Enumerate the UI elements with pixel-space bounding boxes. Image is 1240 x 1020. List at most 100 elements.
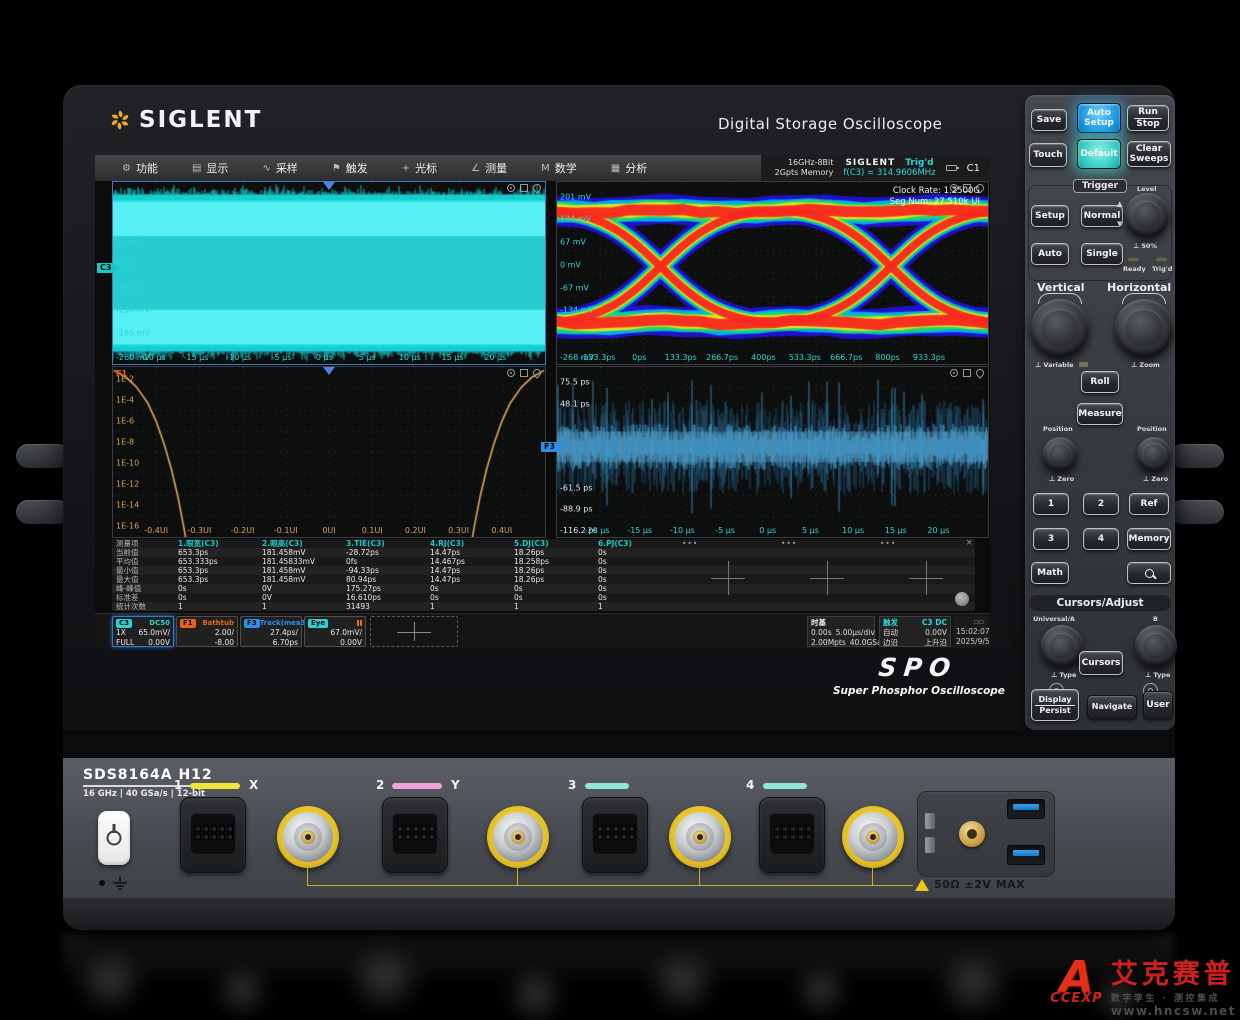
- f3-axis-tag[interactable]: F3: [541, 442, 558, 452]
- x-axis-tick: 5 µs: [359, 353, 376, 362]
- trace-descriptor-f3[interactable]: F3Track(mea3)27.4ps/6.70ps: [240, 616, 302, 647]
- close-icon[interactable]: ×: [965, 539, 973, 548]
- table-cell: 0s: [594, 575, 678, 584]
- expand-icon[interactable]: [520, 369, 528, 377]
- adjust-b-knob[interactable]: [1135, 625, 1177, 667]
- panel-channel-waveform[interactable]: -260 mV 65 mV0 mV-65 mV-130 mV-195 mV-20…: [112, 181, 546, 365]
- run-stop-button[interactable]: RunStop: [1127, 105, 1169, 131]
- table-col-header[interactable]: 1.眼宽(C3): [174, 539, 258, 548]
- vertical-scale-knob[interactable]: [1031, 299, 1089, 357]
- channel-c3-axis-tag[interactable]: C3: [97, 263, 114, 273]
- channel-2-button[interactable]: 2: [1083, 493, 1119, 515]
- trigger-box[interactable]: 触发 C3 DC 自动0.00V 边沿上升沿: [879, 616, 951, 647]
- trace-mode-tag: Track(mea3): [260, 619, 309, 627]
- trigger-position-icon[interactable]: [323, 182, 335, 190]
- table-col-header[interactable]: 3.TIE(C3): [342, 539, 426, 548]
- menu-item-display[interactable]: ▤显示: [175, 155, 245, 181]
- trigger-level-knob[interactable]: [1125, 193, 1169, 237]
- channel-4-button[interactable]: 4: [1083, 528, 1119, 550]
- y-axis-tick: 1E-6: [116, 417, 134, 426]
- menu-item-acquire[interactable]: ∿采样: [245, 155, 314, 181]
- panel-eye-diagram[interactable]: Clock Rate: 1.2500G Seg Num: 27.510k UI …: [556, 181, 989, 365]
- camera-icon[interactable]: [507, 184, 515, 192]
- channel-3-button[interactable]: 3: [1033, 528, 1069, 550]
- measure-button[interactable]: Measure: [1077, 403, 1123, 425]
- touch-button[interactable]: Touch: [1029, 143, 1067, 167]
- save-button[interactable]: Save: [1031, 109, 1067, 131]
- user-button[interactable]: User: [1143, 691, 1173, 719]
- horizontal-scale-knob[interactable]: [1115, 299, 1173, 357]
- default-button[interactable]: Default: [1077, 139, 1121, 169]
- pin-icon[interactable]: [531, 182, 542, 193]
- trigger-setup-button[interactable]: Setup: [1031, 205, 1069, 227]
- table-cell: 18.26ps: [510, 575, 594, 584]
- cursors-button[interactable]: Cursors: [1079, 651, 1123, 675]
- search-button[interactable]: [1127, 562, 1171, 584]
- add-measurement-icon[interactable]: [810, 561, 844, 595]
- right-handle: [1170, 444, 1224, 468]
- menu-item-trigger[interactable]: ⚑触发: [315, 155, 385, 181]
- table-scroll-handle[interactable]: [955, 592, 969, 606]
- roll-button[interactable]: Roll: [1081, 371, 1119, 393]
- pin-icon[interactable]: [974, 367, 985, 378]
- clock-box: ▫▫ 15:02:07 2025/9/5: [953, 616, 987, 647]
- menu-item-cursor[interactable]: +光标: [385, 155, 454, 181]
- trigger-auto-button[interactable]: Auto: [1031, 243, 1069, 265]
- tie-track-canvas[interactable]: [557, 367, 988, 537]
- display-persist-button[interactable]: DisplayPersist: [1031, 689, 1079, 721]
- active-channel-label[interactable]: C1: [967, 163, 980, 174]
- channel-waveform-canvas[interactable]: [113, 182, 545, 364]
- x-axis-tick: -5 µs: [272, 353, 292, 362]
- power-button[interactable]: [98, 811, 130, 865]
- panel-bathtub-curve[interactable]: F1 1E-21E-41E-61E-81E-101E-121E-141E-16-…: [112, 366, 546, 538]
- b-type-label: Type: [1145, 671, 1170, 679]
- panel-tools: [507, 184, 541, 192]
- navigate-button[interactable]: Navigate: [1087, 695, 1137, 719]
- trace-descriptor-c3[interactable]: C3DC501X65.0mV/FULL0.00V: [112, 616, 174, 647]
- add-measurement-icon[interactable]: [711, 561, 745, 595]
- trigger-single-button[interactable]: Single: [1081, 243, 1123, 265]
- trigger-section-title: Trigger: [1073, 179, 1127, 193]
- math-button[interactable]: Math: [1031, 562, 1069, 584]
- clear-sweeps-button[interactable]: ClearSweeps: [1127, 141, 1171, 167]
- universal-a-knob[interactable]: [1041, 625, 1083, 667]
- analysis-icon: ▦: [611, 163, 620, 174]
- table-row-label: 最小值: [112, 566, 174, 575]
- menu-item-analysis[interactable]: ▦分析: [594, 155, 664, 181]
- table-row-label: 标准差: [112, 593, 174, 602]
- add-measurement-icon[interactable]: [909, 561, 943, 595]
- add-trace-button[interactable]: [370, 616, 458, 647]
- x-axis-tick: 15 µs: [885, 526, 907, 535]
- ref-button[interactable]: Ref: [1129, 493, 1169, 515]
- channel-2-probe-interface: [382, 797, 448, 873]
- auto-setup-button[interactable]: AutoSetup: [1077, 103, 1121, 133]
- vertical-position-knob[interactable]: [1043, 437, 1077, 471]
- trace-descriptor-eye[interactable]: Eye67.0mV/0.00V: [304, 616, 366, 647]
- expand-icon[interactable]: [963, 369, 971, 377]
- menu-item-label: 显示: [206, 160, 228, 176]
- camera-icon[interactable]: [950, 369, 958, 377]
- camera-icon[interactable]: [507, 369, 515, 377]
- oscilloscope-screen[interactable]: ⚙功能▤显示∿采样⚑触发+光标∠测量M数学▦分析 16GHz-8Bit 2Gpt…: [95, 155, 990, 648]
- trigger-position-icon[interactable]: [323, 367, 335, 375]
- menu-item-measure[interactable]: ∠测量: [454, 155, 524, 181]
- pin-icon[interactable]: [531, 367, 542, 378]
- trace-descriptor-f1[interactable]: F1Bathtub2.00/-8.00: [176, 616, 238, 647]
- table-cell: 0fs: [342, 557, 426, 566]
- expand-icon[interactable]: [520, 184, 528, 192]
- memory-button[interactable]: Memory: [1127, 528, 1171, 550]
- channel-1-button[interactable]: 1: [1033, 493, 1069, 515]
- menu-item-function[interactable]: ⚙功能: [105, 155, 175, 181]
- table-col-header[interactable]: 4.RJ(C3): [426, 539, 510, 548]
- table-col-header[interactable]: 2.眼高(C3): [258, 539, 342, 548]
- timebase-box[interactable]: 时基 0.00s5.00µs/div 2.00Mpts40.0GSa/s: [807, 616, 875, 647]
- eye-annotations: Clock Rate: 1.2500G Seg Num: 27.510k UI: [890, 186, 980, 208]
- oscilloscope-body: SIGLENT Digital Storage Oscilloscope ⚙功能…: [63, 85, 1175, 930]
- menu-item-math[interactable]: M数学: [524, 155, 594, 181]
- panel-tie-track[interactable]: -116.2 ps 75.5 ps48.1 ps-61.5 ps-88.9 ps…: [556, 366, 989, 538]
- bathtub-canvas[interactable]: [113, 367, 545, 537]
- eye-diagram-canvas[interactable]: [557, 182, 988, 364]
- table-col-header[interactable]: 6.PJ(C3): [594, 539, 678, 548]
- horizontal-position-knob[interactable]: [1137, 437, 1171, 471]
- table-col-header[interactable]: 5.DJ(C3): [510, 539, 594, 548]
